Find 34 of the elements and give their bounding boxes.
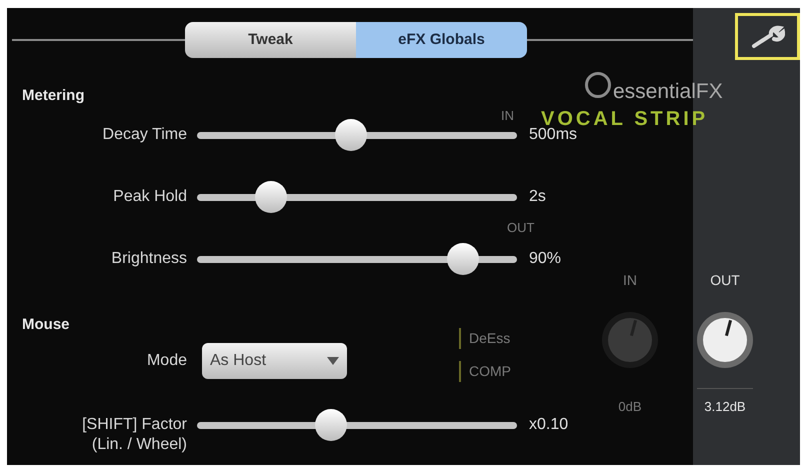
logo-icon xyxy=(585,72,611,98)
meter-label: IN xyxy=(501,107,514,125)
tab[interactable]: eFX Globals xyxy=(356,22,527,58)
slider-thumb[interactable] xyxy=(334,119,367,151)
knob-reading: 3.12dB xyxy=(704,398,746,416)
slider-value: x0.10 xyxy=(529,415,568,435)
slider-value: 500ms xyxy=(529,126,578,145)
brand-name: essentialFX xyxy=(613,79,723,105)
meter-label: OUT xyxy=(507,219,534,237)
module-label: COMP xyxy=(459,361,511,382)
slider-thumb[interactable] xyxy=(254,181,287,213)
slider[interactable] xyxy=(197,409,517,441)
slider-label: Brightness xyxy=(110,249,187,269)
section-heading: Mouse xyxy=(22,317,71,333)
slider-label: Decay Time xyxy=(102,125,187,145)
tab[interactable]: Tweak xyxy=(185,22,356,58)
dropdown-label: Mode xyxy=(146,351,187,371)
wrench-icon xyxy=(750,24,784,48)
slider-thumb[interactable] xyxy=(315,409,348,441)
mode-dropdown[interactable]: As Host xyxy=(202,343,347,379)
slider-label: Peak Hold xyxy=(112,187,187,207)
slider[interactable] xyxy=(197,243,517,275)
slider-value: 2s xyxy=(529,187,546,207)
module-label: DeEss xyxy=(459,328,510,349)
slider-thumb[interactable] xyxy=(446,243,479,275)
slider-label: [SHIFT] Factor (Lin. / Wheel) xyxy=(81,415,187,455)
caret-icon xyxy=(327,357,339,365)
slider[interactable] xyxy=(197,119,517,151)
slider-value: 90% xyxy=(529,249,562,269)
slider[interactable] xyxy=(197,181,517,213)
knob-label: IN xyxy=(623,271,637,290)
knob-reading: 0dB xyxy=(618,398,642,416)
settings-button[interactable] xyxy=(735,13,800,60)
knob-label: OUT xyxy=(710,271,740,290)
